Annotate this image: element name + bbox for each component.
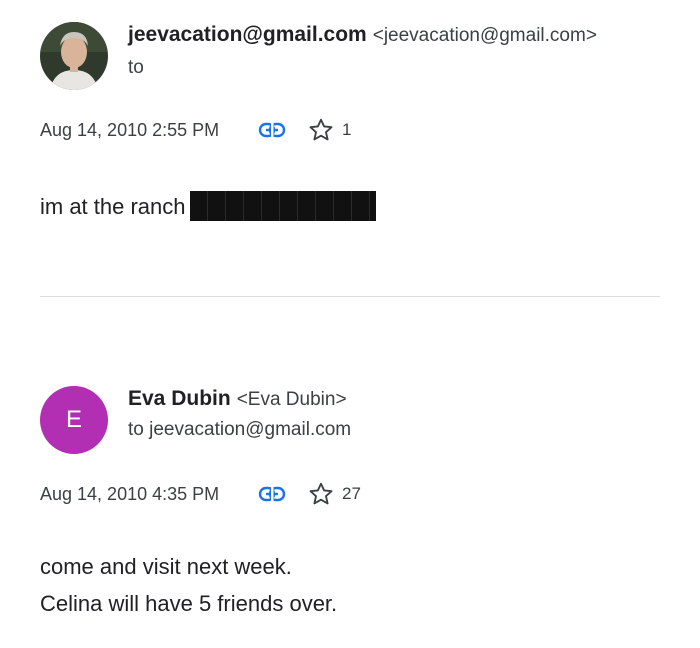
email-message: jeevacation@gmail.com <jeevacation@gmail.…	[0, 0, 700, 297]
recipient-line[interactable]: to jeevacation@gmail.com	[128, 419, 351, 441]
message-body-line: im at the ranch	[40, 191, 376, 221]
sender-name[interactable]: jeevacation@gmail.com	[128, 23, 367, 46]
person-photo-icon	[40, 22, 108, 90]
link-icon[interactable]	[258, 484, 286, 504]
sender-name[interactable]: Eva Dubin	[128, 387, 231, 410]
timestamp: Aug 14, 2010 4:35 PM	[40, 483, 220, 504]
message-body-line: Celina will have 5 friends over.	[40, 591, 338, 616]
star-outline-icon[interactable]	[308, 117, 334, 143]
message-divider	[40, 296, 660, 297]
redaction-block	[189, 191, 376, 221]
message-meta: Aug 14, 2010 2:55 PM 1	[40, 118, 351, 142]
timestamp: Aug 14, 2010 2:55 PM	[40, 119, 220, 140]
message-meta: Aug 14, 2010 4:35 PM 27	[40, 482, 361, 506]
sender-line: jeevacation@gmail.com <jeevacation@gmail.…	[128, 23, 597, 47]
sender-avatar-letter[interactable]: E	[40, 386, 108, 454]
star-count: 27	[342, 484, 361, 503]
message-body-text: im at the ranch	[40, 194, 186, 219]
sender-email[interactable]: <jeevacation@gmail.com>	[373, 25, 597, 46]
star-outline-icon[interactable]	[308, 481, 334, 507]
recipient-line[interactable]: to	[128, 57, 144, 79]
star-count: 1	[342, 120, 352, 139]
avatar-letter: E	[65, 406, 82, 433]
email-message: E Eva Dubin <Eva Dubin> to jeevacation@gm…	[0, 298, 700, 648]
message-body-line: come and visit next week.	[40, 554, 292, 579]
link-icon[interactable]	[258, 120, 286, 140]
sender-avatar-photo[interactable]	[40, 22, 108, 90]
sender-line: Eva Dubin <Eva Dubin>	[128, 387, 347, 411]
sender-email[interactable]: <Eva Dubin>	[237, 389, 347, 410]
